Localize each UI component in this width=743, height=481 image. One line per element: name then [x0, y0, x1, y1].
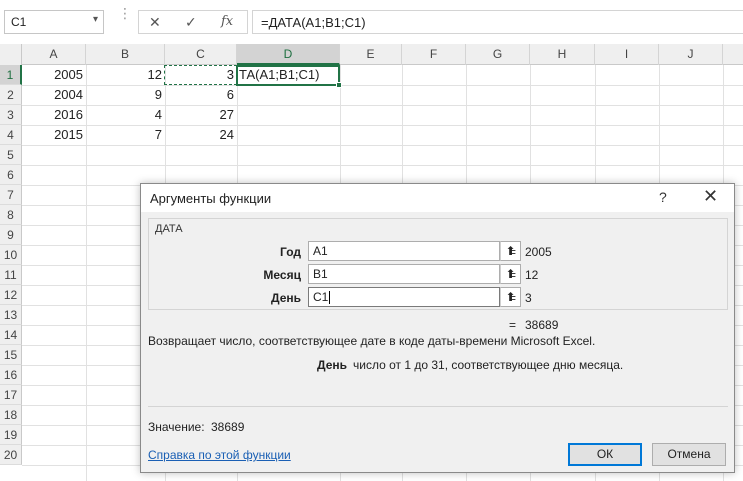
cell-a2[interactable]: 2004	[22, 85, 86, 105]
column-header-row: A B C D E F G H I J	[0, 44, 743, 65]
enter-icon[interactable]: ✓	[185, 14, 197, 31]
function-name: ДАТА	[155, 223, 183, 235]
result-value: 38689	[525, 318, 559, 332]
cell-b4[interactable]: 7	[86, 125, 165, 145]
dialog-title: Аргументы функции	[150, 191, 272, 206]
column-header-f[interactable]: F	[402, 44, 466, 65]
arg-eq-day: =	[509, 291, 517, 305]
arg-description-text: число от 1 до 31, соответствующее дню ме…	[353, 358, 624, 372]
cell-b2[interactable]: 9	[86, 85, 165, 105]
row-header-6[interactable]: 6	[0, 165, 22, 185]
row-header-18[interactable]: 18	[0, 405, 22, 425]
column-header-b[interactable]: B	[86, 44, 165, 65]
help-link[interactable]: Справка по этой функции	[148, 448, 291, 462]
cell-c2[interactable]: 6	[165, 85, 237, 105]
row-header-1[interactable]: 1	[0, 65, 22, 85]
cell-c4[interactable]: 24	[165, 125, 237, 145]
ok-button[interactable]: ОК	[568, 443, 642, 466]
cell-b1[interactable]: 12	[86, 65, 165, 85]
name-box[interactable]: C1 ▾	[4, 10, 104, 34]
grid-line	[22, 165, 743, 166]
grip-dots-icon: ⋮	[118, 5, 132, 21]
arg-input-day-value: C1	[313, 290, 329, 304]
row-header-19[interactable]: 19	[0, 425, 22, 445]
column-header-d[interactable]: D	[237, 44, 340, 65]
value-number: 38689	[211, 420, 245, 434]
row-header-3[interactable]: 3	[0, 105, 22, 125]
result-eq: =	[509, 318, 517, 332]
row-header-14[interactable]: 14	[0, 325, 22, 345]
function-description: Возвращает число, соответствующее дате в…	[148, 334, 596, 348]
arg-input-year[interactable]: A1	[308, 241, 500, 261]
close-icon[interactable]: ✕	[703, 186, 718, 207]
formula-bar: C1 ▾ ⋮ ✕ ✓ fx =ДАТА(A1;B1;C1)	[0, 0, 743, 44]
fx-icon[interactable]: fx	[221, 14, 233, 29]
grid-line	[22, 145, 743, 146]
row-header-20[interactable]: 20	[0, 445, 22, 465]
help-icon[interactable]: ?	[659, 189, 667, 205]
arg-eq-year: =	[509, 245, 517, 259]
arg-input-month[interactable]: B1	[308, 264, 500, 284]
function-arguments-dialog: Аргументы функции ? ✕ ДАТА Год A1 ⬆ = 20…	[140, 183, 735, 473]
row-header-2[interactable]: 2	[0, 85, 22, 105]
arg-description-name: День	[317, 358, 347, 372]
column-header-a[interactable]: A	[22, 44, 86, 65]
text-caret	[329, 291, 331, 305]
arg-input-day[interactable]: C1	[308, 287, 500, 307]
arg-value-year: 2005	[525, 245, 552, 259]
column-header-i[interactable]: I	[595, 44, 659, 65]
arg-eq-month: =	[509, 268, 517, 282]
arg-label-month: Месяц	[263, 268, 301, 282]
row-header-13[interactable]: 13	[0, 305, 22, 325]
fill-handle[interactable]	[336, 82, 342, 88]
column-header-e[interactable]: E	[340, 44, 402, 65]
column-header-h[interactable]: H	[530, 44, 595, 65]
arg-value-day: 3	[525, 291, 532, 305]
row-header-5[interactable]: 5	[0, 145, 22, 165]
row-header-9[interactable]: 9	[0, 225, 22, 245]
cancel-icon[interactable]: ✕	[149, 14, 161, 31]
chevron-down-icon[interactable]: ▾	[93, 14, 98, 25]
arg-value-month: 12	[525, 268, 539, 282]
row-header-15[interactable]: 15	[0, 345, 22, 365]
arg-label-day: День	[271, 291, 301, 305]
formula-buttons: ✕ ✓ fx	[138, 10, 248, 34]
row-header-4[interactable]: 4	[0, 125, 22, 145]
row-header-10[interactable]: 10	[0, 245, 22, 265]
value-label: Значение:	[148, 420, 205, 434]
cancel-button[interactable]: Отмена	[652, 443, 726, 466]
name-box-value: C1	[11, 15, 27, 29]
cell-c3[interactable]: 27	[165, 105, 237, 125]
cell-a3[interactable]: 2016	[22, 105, 86, 125]
cell-a1[interactable]: 2005	[22, 65, 86, 85]
active-cell-text: ТА(A1;B1;C1)	[239, 67, 320, 82]
row-header-17[interactable]: 17	[0, 385, 22, 405]
row-header-11[interactable]: 11	[0, 265, 22, 285]
cell-b3[interactable]: 4	[86, 105, 165, 125]
select-all-corner[interactable]	[0, 44, 22, 65]
formula-input[interactable]: =ДАТА(A1;B1;C1)	[252, 10, 743, 34]
arg-label-year: Год	[280, 245, 301, 259]
row-header-12[interactable]: 12	[0, 285, 22, 305]
divider	[148, 406, 728, 407]
column-header-j[interactable]: J	[659, 44, 723, 65]
row-header-8[interactable]: 8	[0, 205, 22, 225]
dialog-title-bar[interactable]: Аргументы функции ? ✕	[141, 184, 734, 212]
column-header-c[interactable]: C	[165, 44, 237, 65]
cell-a4[interactable]: 2015	[22, 125, 86, 145]
copy-marquee	[164, 65, 237, 85]
row-header-16[interactable]: 16	[0, 365, 22, 385]
column-header-g[interactable]: G	[466, 44, 530, 65]
row-header-7[interactable]: 7	[0, 185, 22, 205]
